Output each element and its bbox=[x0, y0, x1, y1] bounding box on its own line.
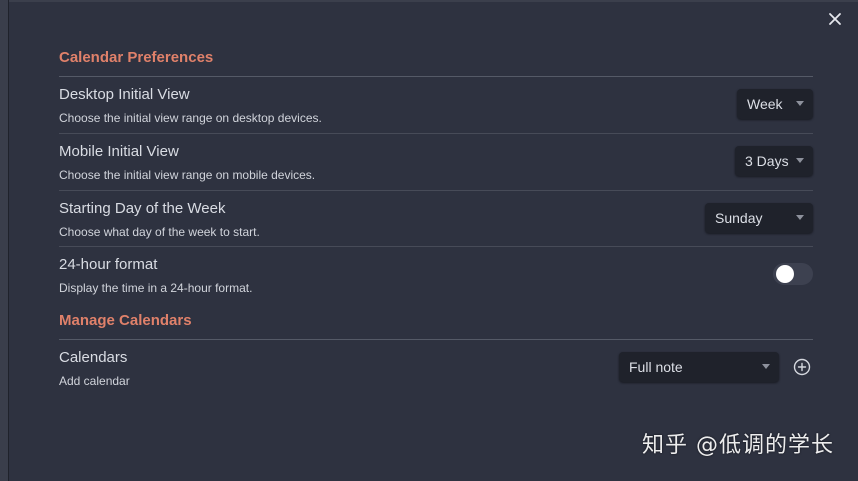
setting-description: Choose the initial view range on desktop… bbox=[59, 111, 322, 125]
chevron-down-icon bbox=[796, 215, 804, 220]
24-hour-format-toggle[interactable] bbox=[773, 263, 813, 285]
starting-day-dropdown[interactable]: Sunday bbox=[705, 203, 813, 233]
dropdown-value: Sunday bbox=[715, 210, 763, 226]
close-button[interactable] bbox=[824, 8, 846, 30]
setting-description: Add calendar bbox=[59, 374, 130, 388]
top-border bbox=[0, 0, 858, 2]
mobile-view-dropdown[interactable]: 3 Days bbox=[735, 146, 813, 176]
setting-row-desktop-initial-view: Desktop Initial View Choose the initial … bbox=[59, 77, 813, 134]
watermark: 知乎 @低调的学长 bbox=[642, 433, 834, 458]
setting-description: Display the time in a 24-hour format. bbox=[59, 281, 253, 295]
toggle-knob bbox=[776, 265, 794, 283]
setting-description: Choose what day of the week to start. bbox=[59, 225, 260, 239]
chevron-down-icon bbox=[762, 364, 770, 369]
setting-name: Calendars bbox=[59, 349, 128, 366]
add-calendar-button[interactable] bbox=[791, 356, 813, 378]
setting-name: Mobile Initial View bbox=[59, 143, 179, 160]
setting-row-starting-day: Starting Day of the Week Choose what day… bbox=[59, 191, 813, 247]
dropdown-value: Week bbox=[747, 96, 783, 112]
setting-name: Desktop Initial View bbox=[59, 86, 190, 103]
close-icon bbox=[829, 13, 841, 25]
calendar-type-dropdown[interactable]: Full note bbox=[619, 352, 779, 382]
left-sidebar-edge bbox=[0, 0, 9, 481]
setting-name: Starting Day of the Week bbox=[59, 200, 226, 217]
desktop-view-dropdown[interactable]: Week bbox=[737, 89, 813, 119]
chevron-down-icon bbox=[796, 158, 804, 163]
setting-name: 24-hour format bbox=[59, 256, 158, 273]
settings-content: Calendar Preferences Desktop Initial Vie… bbox=[59, 40, 813, 396]
setting-row-calendars: Calendars Add calendar Full note bbox=[59, 340, 813, 396]
settings-dialog: Calendar Preferences Desktop Initial Vie… bbox=[0, 0, 858, 481]
setting-description: Choose the initial view range on mobile … bbox=[59, 168, 316, 182]
setting-row-mobile-initial-view: Mobile Initial View Choose the initial v… bbox=[59, 134, 813, 191]
plus-circle-icon bbox=[793, 358, 811, 376]
dropdown-value: 3 Days bbox=[745, 153, 789, 169]
setting-row-24-hour-format: 24-hour format Display the time in a 24-… bbox=[59, 247, 813, 303]
chevron-down-icon bbox=[796, 101, 804, 106]
section-title-calendar-preferences: Calendar Preferences bbox=[59, 40, 813, 77]
dropdown-value: Full note bbox=[629, 359, 683, 375]
section-title-manage-calendars: Manage Calendars bbox=[59, 303, 813, 340]
